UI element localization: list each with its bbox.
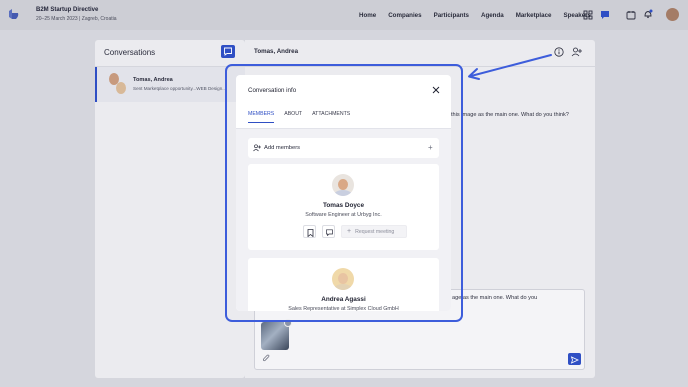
- user-avatar[interactable]: [666, 8, 679, 21]
- chat-title: Tomas, Andrea: [254, 48, 299, 55]
- request-meeting-button[interactable]: + Request meeting: [341, 225, 407, 238]
- composer-text[interactable]: age as the main one. What do you: [452, 295, 537, 301]
- conversation-name: Tomas, Andrea: [133, 77, 173, 83]
- add-person-icon: [253, 144, 261, 152]
- member-role: Sales Representative at Simplex Cloud Gm…: [288, 306, 399, 311]
- nav-companies[interactable]: Companies: [388, 12, 421, 19]
- conversations-panel: Conversations Tomas, Andrea Sent Marketp…: [95, 40, 245, 378]
- paperclip-icon[interactable]: [262, 354, 271, 363]
- member-card: Andrea Agassi Sales Representative at Si…: [248, 258, 439, 311]
- plus-icon: +: [428, 143, 433, 152]
- info-icon[interactable]: [554, 47, 564, 57]
- add-members-label: Add members: [264, 145, 301, 151]
- chat-bubble-icon: [326, 228, 333, 236]
- bookmark-icon: [307, 228, 314, 237]
- new-conversation-button[interactable]: [221, 45, 235, 58]
- chat-icon[interactable]: [600, 10, 610, 20]
- top-navigation-bar: B2M Startup Directive 20–25 March 2023 |…: [0, 0, 688, 30]
- add-members-button[interactable]: Add members +: [248, 138, 439, 158]
- message-button[interactable]: [322, 225, 335, 238]
- pointer-arrow-icon: [468, 54, 552, 80]
- modal-title: Conversation info: [248, 87, 297, 94]
- event-logo-icon[interactable]: [8, 8, 20, 20]
- members-list: Add members + Tomas Doyce Software Engin…: [236, 128, 451, 311]
- send-icon: [570, 356, 579, 364]
- nav-participants[interactable]: Participants: [434, 12, 469, 19]
- close-icon[interactable]: [432, 86, 440, 94]
- compose-icon: [224, 47, 232, 56]
- bookmark-button[interactable]: [303, 225, 316, 238]
- calendar-icon[interactable]: [626, 10, 636, 20]
- tab-members[interactable]: MEMBERS: [248, 111, 275, 123]
- member-role: Software Engineer at Urbyg Inc.: [305, 212, 382, 218]
- bell-icon[interactable]: [643, 9, 653, 19]
- tab-about[interactable]: ABOUT: [284, 111, 302, 123]
- conversation-info-modal: Conversation info MEMBERS ABOUT ATTACHME…: [236, 75, 451, 311]
- event-title: B2M Startup Directive: [36, 7, 99, 13]
- avatar: [116, 82, 126, 94]
- conversations-heading: Conversations: [104, 48, 156, 57]
- add-participant-icon[interactable]: [571, 47, 582, 57]
- member-card: Tomas Doyce Software Engineer at Urbyg I…: [248, 164, 439, 250]
- main-nav: Home Companies Participants Agenda Marke…: [359, 12, 603, 19]
- member-name: Tomas Doyce: [322, 202, 365, 209]
- avatar: [332, 268, 354, 290]
- avatar: [332, 174, 354, 196]
- nav-marketplace[interactable]: Marketplace: [516, 12, 552, 19]
- tab-attachments[interactable]: ATTACHMENTS: [312, 111, 350, 123]
- modal-tabs: MEMBERS ABOUT ATTACHMENTS: [248, 111, 360, 123]
- nav-agenda[interactable]: Agenda: [481, 12, 504, 19]
- conversation-item[interactable]: Tomas, Andrea Sent Marketplace opportuni…: [95, 67, 245, 102]
- event-subtitle: 20–25 March 2023 | Zagreb, Croatia: [36, 16, 117, 22]
- request-meeting-label: Request meeting: [355, 228, 395, 235]
- send-button[interactable]: [568, 353, 581, 365]
- plus-icon: +: [347, 228, 352, 235]
- apps-icon[interactable]: [583, 10, 593, 20]
- chat-message: this image as the main one. What do you …: [451, 112, 569, 118]
- member-name: Andrea Agassi: [321, 296, 366, 303]
- nav-home[interactable]: Home: [359, 12, 376, 19]
